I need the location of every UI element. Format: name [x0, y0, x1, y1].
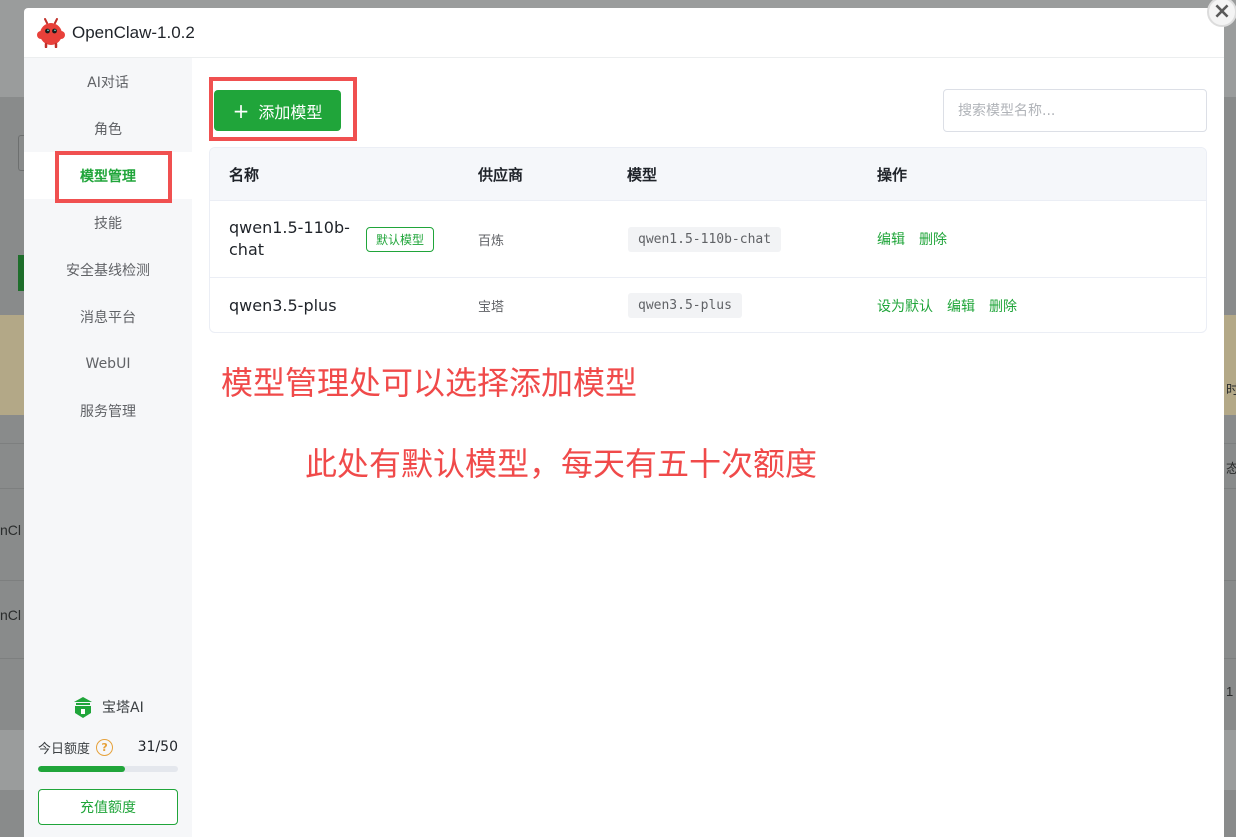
search-model-input[interactable]	[943, 89, 1207, 132]
provider-cell: 宝塔	[478, 278, 505, 332]
background-banner	[0, 315, 24, 415]
provider-name: 宝塔	[478, 300, 505, 315]
quota-label: 今日额度	[38, 741, 91, 757]
background-banner-right	[1224, 315, 1236, 415]
model-management-dialog: OpenClaw-1.0.2 AI对话 角色 模型管理 技能 安全基线检测 消息…	[24, 8, 1224, 837]
annotation-add-model: 模型管理处可以选择添加模型	[221, 364, 638, 402]
edit-button[interactable]: 编辑	[877, 229, 905, 249]
edit-button[interactable]: 编辑	[947, 296, 975, 316]
brand: 宝塔AI	[70, 694, 144, 720]
quota-progress-fill	[38, 766, 125, 772]
default-model-badge: 默认模型	[366, 227, 435, 252]
model-name-cell: qwen1.5-110b-chat	[229, 201, 354, 277]
baota-logo-icon	[74, 697, 92, 718]
close-dialog-button[interactable]: ×	[1207, 0, 1236, 27]
column-header-provider: 供应商	[478, 166, 524, 184]
sidebar-item-message-platform[interactable]: 消息平台	[24, 293, 192, 340]
sidebar-item-webui[interactable]: WebUI	[24, 340, 192, 387]
column-header-name: 名称	[229, 166, 260, 184]
actions-cell: 编辑 删除	[877, 201, 961, 277]
delete-button[interactable]: 删除	[919, 229, 947, 249]
daily-quota: 今日额度 ? 31/50	[38, 736, 178, 758]
sidebar-item-ai-chat[interactable]: AI对话	[24, 58, 192, 105]
background-right-text: 1	[1226, 684, 1234, 699]
model-name: qwen3.5-plus	[229, 295, 337, 315]
highlight-box-model-management	[55, 151, 172, 203]
red-mascot-icon	[37, 17, 65, 48]
highlight-box-add-model	[209, 77, 357, 141]
question-icon[interactable]: ?	[96, 738, 114, 756]
background-right-text: 态	[1226, 461, 1236, 476]
model-name-cell: qwen3.5-plus	[229, 278, 337, 332]
table-row: qwen3.5-plus 宝塔 qwen3.5-plus 设为默认 编辑 删除	[210, 278, 1206, 332]
quota-progress-bar	[38, 766, 178, 772]
brand-label: 宝塔AI	[102, 700, 144, 716]
provider-name: 百炼	[478, 233, 505, 249]
set-default-button[interactable]: 设为默认	[877, 296, 933, 316]
annotation-default-model: 此处有默认模型，每天有五十次额度	[305, 445, 818, 483]
background-left-text: nCl	[0, 522, 22, 538]
provider-cell: 百炼	[478, 201, 504, 277]
model-id: qwen3.5-plus	[628, 293, 742, 318]
sidebar-item-roles[interactable]: 角色	[24, 105, 192, 152]
dialog-header: OpenClaw-1.0.2	[24, 8, 1224, 58]
table-row: qwen1.5-110b-chat 默认模型 百炼 qwen1.5-110b-c…	[210, 201, 1206, 278]
table-header: 名称 供应商 模型 操作	[210, 148, 1206, 201]
column-header-actions: 操作	[877, 166, 908, 184]
quota-value: 31/50	[137, 739, 178, 755]
model-cell: qwen3.5-plus	[628, 278, 742, 332]
model-table: 名称 供应商 模型 操作 qwen1.5-110b-chat 默认模型 百炼 q…	[209, 147, 1207, 333]
actions-cell: 设为默认 编辑 删除	[877, 278, 1031, 332]
model-name: qwen1.5-110b-chat	[229, 218, 350, 259]
delete-button[interactable]: 删除	[989, 296, 1017, 316]
sidebar-item-service-management[interactable]: 服务管理	[24, 387, 192, 434]
background-left-text: nCl	[0, 607, 22, 623]
sidebar-item-skills[interactable]: 技能	[24, 199, 192, 246]
background-right-text: 时	[1226, 382, 1236, 397]
recharge-quota-button[interactable]: 充值额度	[38, 789, 178, 825]
sidebar-item-security-baseline[interactable]: 安全基线检测	[24, 246, 192, 293]
close-icon: ×	[1212, 0, 1232, 24]
column-header-model: 模型	[627, 166, 658, 184]
app-title: OpenClaw-1.0.2	[72, 22, 195, 42]
model-cell: qwen1.5-110b-chat	[628, 201, 782, 277]
model-id: qwen1.5-110b-chat	[628, 226, 782, 252]
